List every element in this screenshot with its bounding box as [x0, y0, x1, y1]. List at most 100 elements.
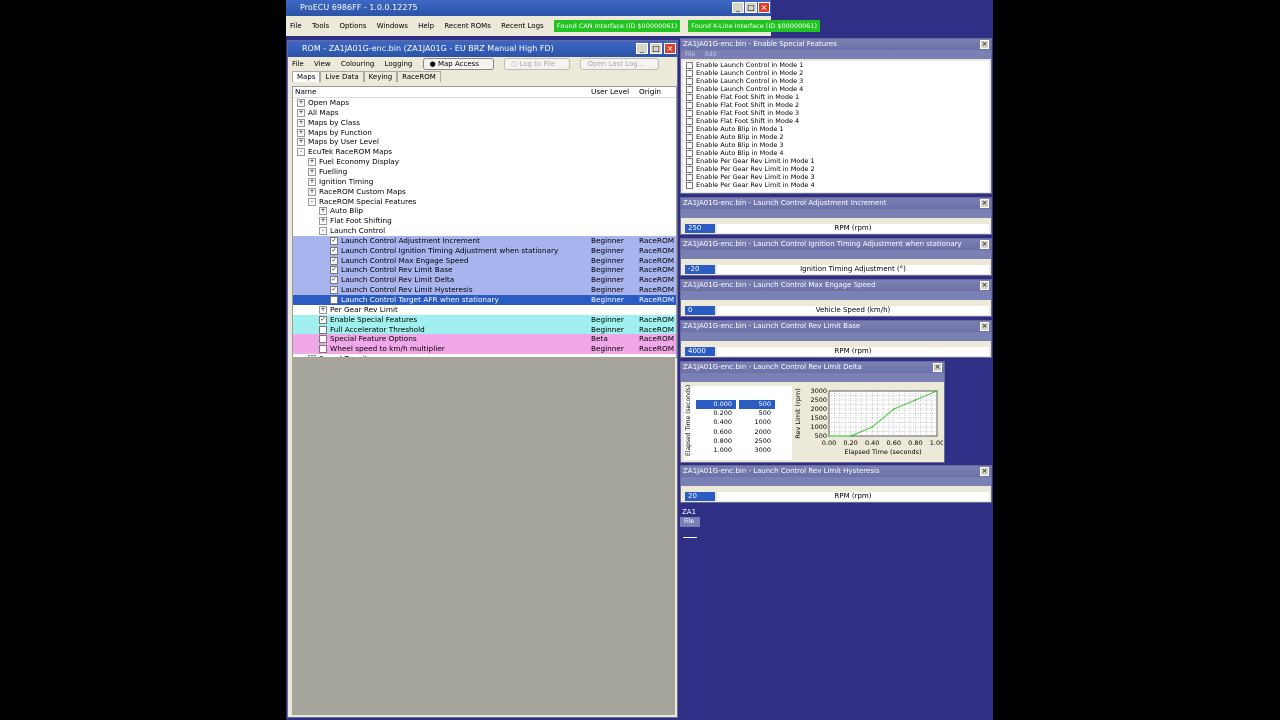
delta-table-row[interactable]: 0.400 1000: [696, 418, 790, 427]
rom-title-bar[interactable]: ROM - ZA1JA01G-enc.bin (ZA1JA01G - EU BR…: [288, 41, 677, 57]
tree-item[interactable]: + Maps by User Level: [297, 137, 379, 147]
tree-item[interactable]: + Per Gear Rev Limit: [319, 305, 398, 315]
delta-y-cell[interactable]: 500: [739, 400, 775, 409]
tree-row[interactable]: Wheel speed to km/h multiplier Beginner Ra…: [293, 344, 676, 355]
tree-row[interactable]: + Ignition Timing: [293, 177, 676, 187]
tree-row[interactable]: + Maps by User Level: [293, 137, 676, 147]
rom-minimize-button[interactable]: _: [636, 43, 648, 54]
tree-row[interactable]: ✓ Launch Control Rev Limit Delta Beginner R…: [293, 275, 676, 286]
delta-table-row[interactable]: 0.600 2000: [696, 428, 790, 437]
delta-y-cell[interactable]: 2000: [739, 428, 775, 437]
map-checkbox[interactable]: [319, 335, 327, 344]
rom-menu-logging[interactable]: Logging: [385, 60, 413, 68]
feature-checkbox[interactable]: [686, 61, 693, 69]
tree-row[interactable]: + Per Gear Rev Limit: [293, 305, 676, 315]
tree-item[interactable]: - EcuTek RaceROM Maps: [297, 147, 392, 157]
tab-racerom[interactable]: RaceROM: [397, 71, 441, 82]
features-menu-file[interactable]: File: [685, 51, 695, 58]
tree-item[interactable]: + RaceROM Custom Maps: [308, 187, 406, 197]
delta-x-cell[interactable]: 0.000: [696, 400, 736, 409]
value-panel-value[interactable]: 4000: [685, 347, 715, 356]
map-tree[interactable]: Name User Level Origin + Open Maps + All Ma…: [292, 86, 677, 364]
minimized-menu-file[interactable]: File: [680, 517, 700, 527]
feature-checkbox-row[interactable]: Enable Launch Control in Mode 3: [686, 77, 989, 85]
tree-row[interactable]: Full Accelerator Threshold Beginner RaceRO…: [293, 324, 676, 335]
map-checkbox[interactable]: ✓: [330, 286, 338, 295]
rom-menu-file[interactable]: File: [292, 60, 304, 68]
expand-icon[interactable]: +: [297, 118, 305, 127]
delta-close-button[interactable]: ×: [933, 363, 942, 372]
feature-checkbox[interactable]: [686, 149, 693, 157]
column-origin[interactable]: Origin: [639, 87, 661, 97]
map-checkbox[interactable]: ✓: [330, 236, 338, 245]
feature-checkbox[interactable]: [686, 77, 693, 85]
delta-title-bar[interactable]: ZA1JA01G-enc.bin - Launch Control Rev Li…: [681, 362, 944, 373]
delta-table-row[interactable]: 1.000 3000: [696, 446, 790, 455]
tree-item[interactable]: + Auto Blip: [319, 206, 363, 216]
delta-x-cell[interactable]: 0.200: [696, 409, 736, 418]
menu-help[interactable]: Help: [418, 22, 434, 30]
tree-row[interactable]: - RaceROM Special Features: [293, 197, 676, 207]
feature-checkbox[interactable]: [686, 117, 693, 125]
menu-recent-logs[interactable]: Recent Logs: [501, 22, 544, 30]
expand-icon[interactable]: +: [308, 187, 316, 196]
map-checkbox[interactable]: ✓: [319, 315, 327, 324]
delta-table-row[interactable]: 0.200 500: [696, 409, 790, 418]
minimized-panel[interactable]: ZA1 File: [680, 507, 700, 545]
rom-menu-view[interactable]: View: [314, 60, 331, 68]
expand-icon[interactable]: +: [297, 138, 305, 147]
map-checkbox[interactable]: [330, 296, 338, 304]
feature-checkbox[interactable]: [686, 157, 693, 165]
tree-item[interactable]: ✓ Launch Control Ignition Timing Adjustme…: [330, 246, 558, 256]
map-access-button[interactable]: ● Map Access: [422, 58, 494, 70]
tree-row[interactable]: ✓ Launch Control Rev Limit Hysteresis Begi…: [293, 285, 676, 296]
feature-checkbox[interactable]: [686, 165, 693, 173]
tree-row[interactable]: + Fuel Economy Display: [293, 157, 676, 167]
log-to-file-button[interactable]: ○ Log to File: [504, 58, 571, 70]
tree-row[interactable]: ✓ Enable Special Features Beginner RaceROM: [293, 314, 676, 325]
feature-checkbox[interactable]: [686, 173, 693, 181]
tree-row[interactable]: ✓ Launch Control Ignition Timing Adjustme…: [293, 245, 676, 256]
tree-row[interactable]: + Maps by Class: [293, 118, 676, 128]
feature-checkbox[interactable]: [686, 93, 693, 101]
menu-windows[interactable]: Windows: [377, 22, 408, 30]
delta-x-cell[interactable]: 0.600: [696, 428, 736, 437]
delta-x-cell[interactable]: 0.800: [696, 437, 736, 446]
tree-row[interactable]: Launch Control Target AFR when stationar…: [293, 295, 676, 305]
tree-row[interactable]: ✓ Launch Control Max Engage Speed Beginner…: [293, 255, 676, 266]
value-panel-value[interactable]: 250: [685, 224, 715, 233]
expand-icon[interactable]: +: [308, 177, 316, 186]
tree-item[interactable]: + Fuelling: [308, 167, 347, 177]
tree-row[interactable]: - Launch Control: [293, 226, 676, 236]
tree-item[interactable]: ✓ Launch Control Rev Limit Base: [330, 265, 452, 275]
feature-checkbox-row[interactable]: Enable Flat Foot Shift in Mode 3: [686, 109, 989, 117]
value-panel-title-bar[interactable]: ZA1JA01G-enc.bin - Launch Control Adjust…: [681, 198, 991, 209]
value-panel-title-bar[interactable]: ZA1JA01G-enc.bin - Launch Control Max En…: [681, 280, 991, 291]
value-panel-title-bar[interactable]: ZA1JA01G-enc.bin - Launch Control Igniti…: [681, 239, 991, 250]
tree-item[interactable]: ✓ Enable Special Features: [319, 315, 417, 325]
map-checkbox[interactable]: ✓: [330, 246, 338, 255]
feature-checkbox[interactable]: [686, 141, 693, 149]
value-panel-close-button[interactable]: ×: [980, 322, 989, 331]
feature-checkbox-row[interactable]: Enable Launch Control in Mode 1: [686, 61, 989, 69]
close-button[interactable]: ×: [758, 2, 770, 13]
feature-checkbox-row[interactable]: Enable Auto Blip in Mode 4: [686, 149, 989, 157]
expand-icon[interactable]: +: [297, 99, 305, 107]
map-checkbox[interactable]: ✓: [330, 276, 338, 285]
tree-item[interactable]: + Flat Foot Shifting: [319, 216, 392, 226]
delta-y-cell[interactable]: 3000: [739, 446, 775, 455]
map-checkbox[interactable]: ✓: [330, 266, 338, 275]
feature-checkbox-row[interactable]: Enable Launch Control in Mode 4: [686, 85, 989, 93]
tree-row[interactable]: + Auto Blip: [293, 206, 676, 216]
expand-icon[interactable]: +: [297, 108, 305, 117]
delta-x-cell[interactable]: 0.400: [696, 418, 736, 427]
menu-options[interactable]: Options: [339, 22, 366, 30]
collapse-icon[interactable]: -: [297, 148, 305, 157]
tree-item[interactable]: ✓ Launch Control Adjustment Increment: [330, 236, 480, 246]
feature-checkbox[interactable]: [686, 85, 693, 93]
feature-checkbox-row[interactable]: Enable Auto Blip in Mode 1: [686, 125, 989, 133]
features-title-bar[interactable]: ZA1JA01G-enc.bin - Enable Special Featur…: [681, 39, 991, 50]
menu-recent-roms[interactable]: Recent ROMs: [444, 22, 490, 30]
tab-live-data[interactable]: Live Data: [320, 71, 364, 82]
rom-menu-colouring[interactable]: Colouring: [341, 60, 375, 68]
